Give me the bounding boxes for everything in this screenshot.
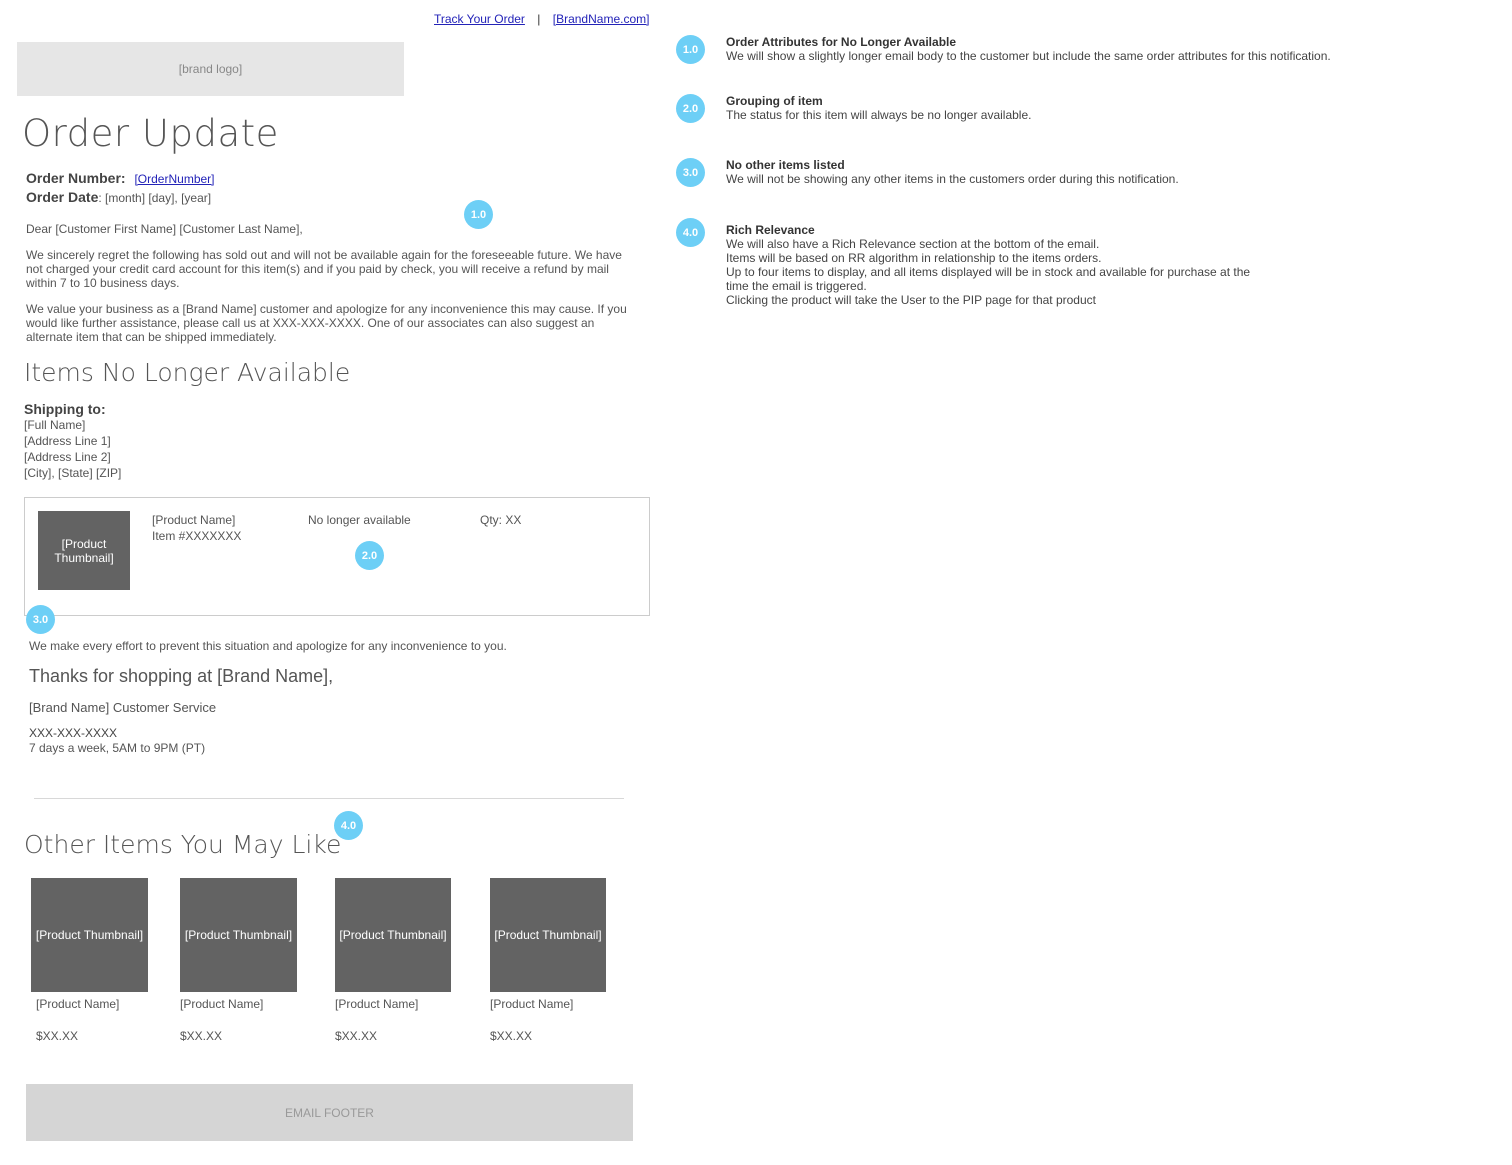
note-line: We will show a slightly longer email bod… [726, 49, 1331, 63]
note-line: time the email is triggered. [726, 279, 867, 293]
order-date: Order Date: [month] [day], [year] [26, 189, 211, 205]
unavailable-item-card: [Product Thumbnail] [Product Name] Item … [24, 497, 650, 616]
annotation-marker: 4.0 [334, 811, 363, 840]
service-hours: 7 days a week, 5AM to 9PM (PT) [29, 741, 206, 755]
address-line: [Full Name] [24, 418, 86, 432]
rec-product-name[interactable]: [Product Name] [180, 997, 263, 1011]
order-number-label: Order Number: [26, 170, 126, 186]
apology-text: We make every effort to prevent this sit… [29, 639, 507, 653]
product-status: No longer available [308, 513, 411, 527]
top-links: Track Your Order | [BrandName.com] [434, 12, 649, 26]
order-date-value: : [month] [day], [year] [98, 191, 212, 205]
thanks-text: Thanks for shopping at [Brand Name], [29, 666, 334, 686]
order-date-label: Order Date [26, 189, 99, 205]
note-line: We will also have a Rich Relevance secti… [726, 237, 1100, 251]
note-1: Order Attributes for No Longer Available… [726, 35, 1346, 63]
note-line: Items will be based on RR algorithm in r… [726, 251, 1102, 265]
note-title: No other items listed [726, 158, 845, 172]
product-qty: Qty: XX [480, 513, 522, 527]
brand-logo[interactable]: [brand logo] [17, 42, 404, 96]
greeting: Dear [Customer First Name] [Customer Las… [26, 222, 303, 236]
note-title: Rich Relevance [726, 223, 815, 237]
divider [34, 798, 624, 799]
phone-number: XXX-XXX-XXXX [29, 726, 118, 740]
note-marker: 4.0 [676, 218, 705, 247]
rec-thumbnail[interactable]: [Product Thumbnail] [180, 878, 297, 992]
note-marker: 3.0 [676, 158, 705, 187]
order-number-link[interactable]: [OrderNumber] [134, 172, 214, 186]
page-title: Order Update [22, 112, 279, 155]
rec-product-price: $XX.XX [335, 1029, 378, 1043]
note-marker: 2.0 [676, 94, 705, 123]
shipping-label: Shipping to: [24, 401, 106, 417]
rec-product-name[interactable]: [Product Name] [335, 997, 418, 1011]
annotation-marker: 3.0 [26, 605, 55, 634]
rec-product-price: $XX.XX [36, 1029, 79, 1043]
rec-thumbnail[interactable]: [Product Thumbnail] [31, 878, 148, 992]
body-paragraph-1: We sincerely regret the following has so… [26, 248, 622, 290]
brand-site-link[interactable]: [BrandName.com] [553, 12, 650, 26]
unavailable-heading: Items No Longer Available [24, 358, 351, 387]
note-line: The status for this item will always be … [726, 108, 1032, 122]
note-line: Clicking the product will take the User … [726, 293, 1096, 307]
order-number: Order Number: [OrderNumber] [26, 170, 215, 186]
product-sku: Item #XXXXXXX [152, 529, 242, 543]
rec-product-name[interactable]: [Product Name] [36, 997, 119, 1011]
rec-product-name[interactable]: [Product Name] [490, 997, 573, 1011]
address-line: [Address Line 2] [24, 450, 111, 464]
note-line: Up to four items to display, and all ite… [726, 265, 1251, 279]
annotation-marker: 2.0 [355, 541, 384, 570]
product-name: [Product Name] [152, 513, 236, 527]
note-2: Grouping of item The status for this ite… [726, 94, 1346, 122]
note-3: No other items listed We will not be sho… [726, 158, 1346, 186]
note-title: Order Attributes for No Longer Available [726, 35, 957, 49]
rec-thumbnail[interactable]: [Product Thumbnail] [490, 878, 606, 992]
link-separator: | [537, 12, 541, 26]
note-marker: 1.0 [676, 35, 705, 64]
signature: [Brand Name] Customer Service [29, 700, 217, 715]
product-thumbnail[interactable]: [Product Thumbnail] [38, 511, 130, 590]
body-paragraph-2: We value your business as a [Brand Name]… [26, 302, 627, 344]
note-line: We will not be showing any other items i… [726, 172, 1179, 186]
rec-product-price: $XX.XX [490, 1029, 533, 1043]
address-line: [City], [State] [ZIP] [24, 466, 122, 480]
email-footer: EMAIL FOOTER [26, 1084, 633, 1141]
address-line: [Address Line 1] [24, 434, 111, 448]
note-4: Rich Relevance We will also have a Rich … [726, 223, 1346, 307]
annotation-marker: 1.0 [464, 200, 493, 229]
rec-thumbnail[interactable]: [Product Thumbnail] [335, 878, 451, 992]
note-title: Grouping of item [726, 94, 823, 108]
track-order-link[interactable]: Track Your Order [434, 12, 525, 26]
recommendations-heading: Other Items You May Like [24, 830, 342, 859]
rec-product-price: $XX.XX [180, 1029, 223, 1043]
